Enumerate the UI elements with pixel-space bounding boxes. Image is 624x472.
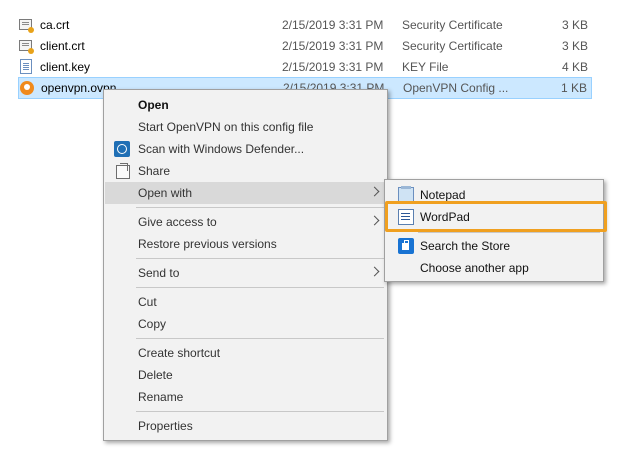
file-type: Security Certificate — [402, 18, 503, 32]
windows-defender-icon — [114, 141, 130, 157]
file-row-ca-crt[interactable]: ca.crt 2/15/2019 3:31 PM Security Certif… — [18, 14, 592, 36]
submenu-item-label: WordPad — [420, 210, 470, 224]
file-type: Security Certificate — [402, 39, 503, 53]
menu-item-label: Share — [138, 164, 171, 178]
menu-item-label: Open with — [138, 186, 193, 200]
menu-item-scan-defender[interactable]: Scan with Windows Defender... — [105, 138, 386, 160]
menu-item-label: Scan with Windows Defender... — [138, 142, 305, 156]
menu-item-restore-versions[interactable]: Restore previous versions — [105, 233, 386, 255]
submenu-item-label: Search the Store — [420, 239, 511, 253]
submenu-item-choose-app[interactable]: Choose another app — [386, 257, 602, 279]
submenu-separator — [418, 232, 600, 233]
file-date: 2/15/2019 3:31 PM — [282, 18, 384, 32]
menu-item-rename[interactable]: Rename — [105, 386, 386, 408]
menu-separator — [136, 207, 384, 208]
menu-item-label: Restore previous versions — [138, 237, 277, 251]
chevron-right-icon — [369, 215, 380, 226]
menu-item-label: Copy — [138, 317, 167, 331]
notepad-icon — [398, 186, 414, 203]
submenu-item-label: Notepad — [420, 188, 466, 202]
wordpad-icon — [398, 209, 414, 225]
menu-separator — [136, 287, 384, 288]
menu-item-open-with[interactable]: Open with — [105, 182, 386, 204]
openvpn-icon — [19, 80, 35, 96]
file-row-client-key[interactable]: client.key 2/15/2019 3:31 PM KEY File 4 … — [18, 56, 592, 78]
submenu-item-wordpad[interactable]: WordPad — [386, 206, 602, 228]
file-size: 1 KB — [560, 81, 587, 95]
share-icon — [116, 165, 130, 179]
chevron-right-icon — [369, 266, 380, 277]
context-menu: Open Start OpenVPN on this config file S… — [103, 89, 388, 441]
file-name: client.crt — [40, 39, 85, 53]
certificate-icon — [18, 17, 34, 33]
menu-item-copy[interactable]: Copy — [105, 313, 386, 335]
submenu-item-search-store[interactable]: Search the Store — [386, 235, 602, 257]
menu-item-label: Send to — [138, 266, 180, 280]
menu-item-label: Open — [138, 98, 169, 112]
file-name: client.key — [40, 60, 91, 74]
menu-item-give-access[interactable]: Give access to — [105, 211, 386, 233]
menu-item-label: Rename — [138, 390, 184, 404]
menu-item-label: Properties — [138, 419, 193, 433]
file-size: 4 KB — [561, 60, 588, 74]
store-icon — [398, 238, 414, 254]
menu-separator — [136, 258, 384, 259]
file-size: 3 KB — [561, 39, 588, 53]
certificate-icon — [18, 38, 34, 54]
file-type: OpenVPN Config ... — [403, 81, 509, 95]
file-icon — [18, 59, 34, 75]
menu-item-label: Create shortcut — [138, 346, 221, 360]
file-row-client-crt[interactable]: client.crt 2/15/2019 3:31 PM Security Ce… — [18, 35, 592, 57]
file-type: KEY File — [402, 60, 449, 74]
menu-item-share[interactable]: Share — [105, 160, 386, 182]
file-size: 3 KB — [561, 18, 588, 32]
chevron-right-icon — [369, 186, 380, 197]
menu-item-open[interactable]: Open — [105, 94, 386, 116]
menu-separator — [136, 411, 384, 412]
menu-item-cut[interactable]: Cut — [105, 291, 386, 313]
menu-item-label: Give access to — [138, 215, 217, 229]
menu-item-properties[interactable]: Properties — [105, 415, 386, 437]
menu-item-create-shortcut[interactable]: Create shortcut — [105, 342, 386, 364]
menu-item-delete[interactable]: Delete — [105, 364, 386, 386]
menu-item-label: Delete — [138, 368, 173, 382]
menu-item-start-openvpn[interactable]: Start OpenVPN on this config file — [105, 116, 386, 138]
file-name: ca.crt — [40, 18, 70, 32]
file-date: 2/15/2019 3:31 PM — [282, 60, 384, 74]
menu-item-label: Start OpenVPN on this config file — [138, 120, 314, 134]
submenu-item-label: Choose another app — [420, 261, 529, 275]
menu-separator — [136, 338, 384, 339]
menu-item-label: Cut — [138, 295, 157, 309]
submenu-item-notepad[interactable]: Notepad — [386, 184, 602, 206]
file-date: 2/15/2019 3:31 PM — [282, 39, 384, 53]
open-with-submenu: Notepad WordPad Search the Store Choose … — [384, 179, 604, 282]
menu-item-send-to[interactable]: Send to — [105, 262, 386, 284]
